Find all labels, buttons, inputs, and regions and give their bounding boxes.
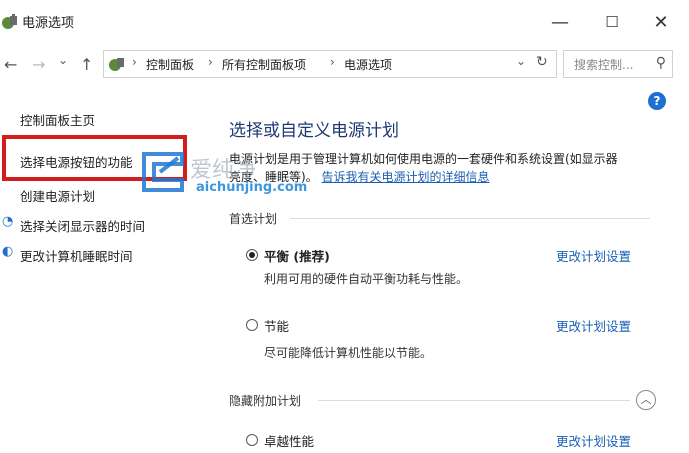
refresh-icon[interactable]: ↻	[536, 54, 548, 70]
breadcrumb-control-panel[interactable]: 控制面板	[146, 56, 194, 73]
sidebar-item-create-plan[interactable]: 创建电源计划	[20, 186, 95, 205]
plan-power-saver-name[interactable]: 节能	[264, 316, 289, 335]
help-icon[interactable]: ?	[648, 92, 666, 110]
clock-icon: ◔	[2, 214, 14, 229]
divider	[318, 400, 630, 401]
description-text-line2: 亮度、睡眠等)。	[229, 170, 318, 184]
page-title: 选择或自定义电源计划	[229, 121, 399, 141]
search-placeholder: 搜索控制...	[574, 58, 634, 72]
recent-locations-button[interactable]: ⌄	[58, 53, 68, 67]
close-button[interactable]: ✕	[641, 8, 681, 36]
breadcrumb-power-options[interactable]: 电源选项	[344, 56, 392, 73]
chevron-down-icon: ⌄	[58, 53, 69, 67]
description: 电源计划是用于管理计算机如何使用电源的一套硬件和系统设置(如显示器 亮度、睡眠等…	[229, 150, 669, 186]
minimize-button[interactable]: —	[540, 8, 580, 36]
plan-power-saver-desc: 尽可能降低计算机性能以节能。	[264, 346, 433, 360]
control-panel-icon	[109, 58, 124, 71]
expand-collapse-button[interactable]: ︿	[636, 390, 656, 410]
plan-balanced-settings-link[interactable]: 更改计划设置	[556, 246, 631, 265]
breadcrumb-separator-icon: ›	[132, 55, 137, 69]
section-hidden-plans: 隐藏附加计划	[229, 394, 302, 408]
divider	[290, 218, 650, 219]
plan-ultimate-radio[interactable]	[246, 434, 258, 446]
plan-ultimate-name[interactable]: 卓越性能	[264, 431, 314, 450]
forward-arrow-icon: →	[32, 55, 46, 74]
up-button[interactable]: ↑	[80, 55, 93, 74]
sidebar-item-display-off[interactable]: 选择关闭显示器的时间	[20, 216, 145, 235]
window-title: 电源选项	[22, 16, 75, 31]
section-preferred-plans: 首选计划	[229, 212, 278, 226]
address-dropdown-icon[interactable]: ⌄	[516, 54, 526, 68]
breadcrumb-separator-icon: ›	[208, 55, 213, 69]
plan-balanced-name[interactable]: 平衡 (推荐)	[264, 246, 330, 265]
sidebar-item-sleep-time[interactable]: 更改计算机睡眠时间	[20, 246, 133, 265]
plan-power-saver-radio[interactable]	[246, 319, 258, 331]
plan-power-saver-settings-link[interactable]: 更改计划设置	[556, 316, 631, 335]
breadcrumb-separator-icon: ›	[330, 55, 335, 69]
plan-ultimate-settings-link[interactable]: 更改计划设置	[556, 431, 631, 450]
maximize-icon: ☐	[605, 13, 619, 31]
learn-more-link[interactable]: 告诉我有关电源计划的详细信息	[322, 170, 490, 184]
back-button[interactable]: ←	[4, 55, 17, 74]
search-input[interactable]: 搜索控制... ⚲	[563, 50, 673, 78]
address-bar[interactable]: › 控制面板 › 所有控制面板项 › 电源选项 ⌄ ↻	[103, 50, 557, 78]
title-bar: 电源选项 — ☐ ✕	[0, 0, 689, 44]
breadcrumb-all-items[interactable]: 所有控制面板项	[222, 56, 306, 73]
plan-balanced-radio[interactable]	[246, 249, 258, 261]
plan-balanced-desc: 利用可用的硬件自动平衡功耗与性能。	[264, 272, 469, 286]
highlight-box	[2, 135, 187, 181]
power-options-icon	[2, 14, 17, 29]
minimize-icon: —	[551, 11, 569, 33]
search-icon[interactable]: ⚲	[656, 55, 666, 71]
back-arrow-icon: ←	[4, 55, 18, 74]
description-text: 电源计划是用于管理计算机如何使用电源的一套硬件和系统设置(如显示器	[229, 152, 618, 166]
sidebar-item-home[interactable]: 控制面板主页	[20, 110, 95, 129]
moon-icon: ◐	[2, 244, 14, 259]
forward-button[interactable]: →	[32, 55, 45, 74]
maximize-button[interactable]: ☐	[592, 8, 632, 36]
up-arrow-icon: ↑	[80, 55, 94, 74]
close-icon: ✕	[653, 11, 669, 33]
